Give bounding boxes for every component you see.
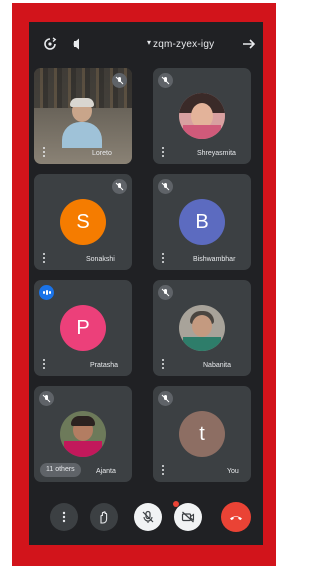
end-call-button[interactable] xyxy=(221,502,251,532)
mic-off-icon xyxy=(158,391,173,406)
avatar: P xyxy=(60,305,106,351)
more-vert-icon[interactable] xyxy=(42,359,46,369)
mic-off-icon xyxy=(142,510,154,523)
avatar xyxy=(179,93,225,139)
more-vert-icon[interactable] xyxy=(161,147,165,157)
participant-name: Bishwambhar xyxy=(193,256,236,263)
mic-toggle-button[interactable] xyxy=(134,503,162,531)
camera-off-icon xyxy=(181,511,195,523)
participant-tile-pratasha[interactable]: P Pratasha xyxy=(34,280,132,376)
participant-name: Loreto xyxy=(92,150,112,157)
audio-level-icon xyxy=(39,285,54,300)
avatar: B xyxy=(179,199,225,245)
more-vert-icon[interactable] xyxy=(42,253,46,263)
more-vert-icon[interactable] xyxy=(161,253,165,263)
participant-tile-shreyasmita[interactable]: Shreyasmita xyxy=(153,68,251,164)
meet-screen: ▾ zqm-zyex-igy Loreto Shreyasmita S Sona… xyxy=(29,22,263,545)
avatar xyxy=(179,305,225,351)
participant-tile-bishwambhar[interactable]: B Bishwambhar xyxy=(153,174,251,270)
raise-hand-button[interactable] xyxy=(90,503,118,531)
speaker-icon[interactable] xyxy=(71,37,85,51)
mic-off-icon xyxy=(158,179,173,194)
top-bar: ▾ zqm-zyex-igy xyxy=(29,22,263,66)
call-end-icon xyxy=(230,516,242,521)
participant-tile-loreto[interactable]: Loreto xyxy=(34,68,132,164)
raise-hand-icon xyxy=(100,511,108,524)
mic-off-icon xyxy=(39,391,54,406)
participant-name: Nabanita xyxy=(203,362,232,369)
more-vert-icon xyxy=(62,511,66,523)
mic-off-icon xyxy=(112,179,127,194)
participant-name: Ajanta xyxy=(96,468,116,475)
mic-off-icon xyxy=(112,73,127,88)
camera-toggle-button[interactable] xyxy=(173,501,202,531)
participant-name: Pratasha xyxy=(90,362,119,369)
participant-tile-sonakshi[interactable]: S Sonakshi xyxy=(34,174,132,270)
participant-name: You xyxy=(227,468,239,475)
more-vert-icon[interactable] xyxy=(42,147,46,157)
meeting-code[interactable]: zqm-zyex-igy xyxy=(153,39,214,50)
switch-camera-icon[interactable] xyxy=(43,37,57,51)
avatar: t xyxy=(179,411,225,457)
participant-tile-ajanta[interactable]: 11 others Ajanta xyxy=(34,386,132,482)
more-vert-icon[interactable] xyxy=(161,359,165,369)
avatar xyxy=(60,411,106,457)
avatar: S xyxy=(60,199,106,245)
participant-name: Sonakshi xyxy=(86,256,115,263)
meeting-code-dropdown-icon[interactable]: ▾ xyxy=(147,38,151,47)
others-count-badge[interactable]: 11 others xyxy=(40,463,81,477)
participant-tile-nabanita[interactable]: Nabanita xyxy=(153,280,251,376)
participant-video xyxy=(62,98,102,148)
participant-tile-you[interactable]: t You xyxy=(153,386,251,482)
more-vert-icon[interactable] xyxy=(161,465,165,475)
more-options-button[interactable] xyxy=(50,503,78,531)
mic-off-icon xyxy=(158,73,173,88)
notification-dot xyxy=(173,501,179,507)
mic-off-icon xyxy=(158,285,173,300)
participant-name: Shreyasmita xyxy=(197,150,236,157)
arrow-back-icon[interactable] xyxy=(242,37,256,51)
